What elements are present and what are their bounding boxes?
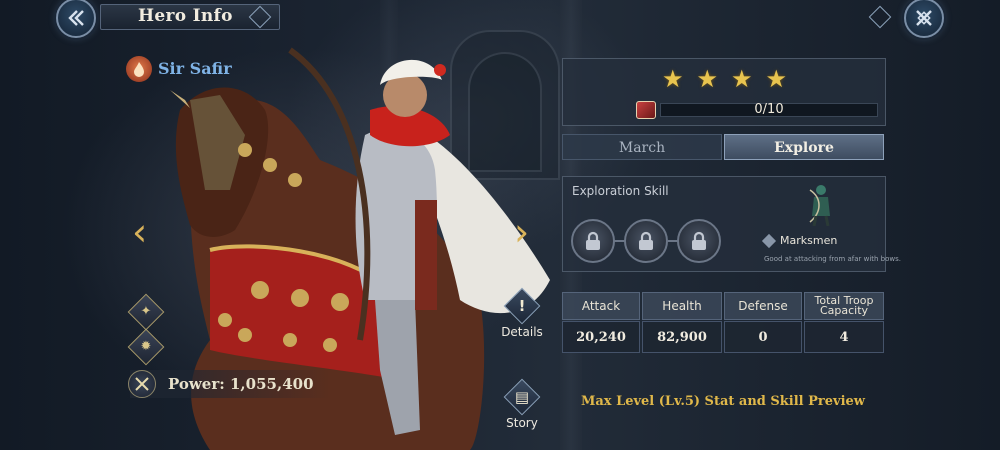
stat-value-defense: 0: [724, 321, 802, 353]
lock-icon: [692, 231, 706, 250]
exploration-skill-heading: Exploration Skill: [572, 184, 669, 198]
troop-type-icon: [761, 233, 777, 248]
star-icon: ★: [765, 65, 788, 93]
details-button[interactable]: ! Details: [492, 287, 552, 339]
stat-header-capacity: Total Troop Capacity: [804, 292, 884, 320]
hero-info-screen: Hero Info Sir Safir ‹ › ✦ ✹ Power: 1,055…: [0, 0, 1000, 450]
archer-icon: [809, 185, 830, 226]
exclamation-icon: !: [503, 287, 541, 325]
next-hero-arrow[interactable]: ›: [514, 210, 529, 254]
double-chevron-left-icon: [68, 10, 84, 26]
details-label: Details: [501, 325, 543, 339]
troop-type: Marksmen: [761, 233, 838, 248]
star-icon: ★: [662, 65, 684, 93]
stat-value-capacity: 4: [804, 321, 884, 353]
turban-feather: [434, 64, 446, 76]
max-level-preview-link[interactable]: Max Level (Lv.5) Stat and Skill Preview: [562, 394, 884, 409]
power-value: Power: 1,055,400: [168, 375, 314, 393]
story-label: Story: [506, 416, 538, 430]
skill-slot-2[interactable]: [624, 219, 668, 263]
story-button[interactable]: ▤ Story: [492, 378, 552, 430]
skill-slot-3[interactable]: [677, 219, 721, 263]
troop-type-label: Marksmen: [780, 234, 838, 247]
skill-slot-1[interactable]: [571, 219, 615, 263]
star-icon: ★: [731, 65, 753, 93]
crossed-emblem-icon: [916, 10, 932, 26]
lock-icon: [639, 231, 653, 250]
book-icon: ▤: [503, 378, 541, 416]
lock-icon: [586, 231, 600, 250]
stat-value-health: 82,900: [642, 321, 722, 353]
back-button[interactable]: [56, 0, 96, 38]
hero-fragment-icon: [636, 101, 656, 119]
stat-header-health: Health: [642, 292, 722, 320]
rider-quiver: [415, 200, 437, 310]
flame-icon: [126, 56, 152, 82]
troop-description: Good at attacking from afar with bows.: [764, 255, 901, 263]
star-icon: ★: [696, 65, 719, 93]
tab-march[interactable]: March: [562, 134, 722, 160]
close-button[interactable]: [904, 0, 944, 38]
hero-name: Sir Safir: [158, 59, 232, 78]
star-rating: ★ ★ ★ ★: [662, 65, 787, 93]
previous-hero-arrow[interactable]: ‹: [132, 210, 147, 254]
stat-value-attack: 20,240: [562, 321, 640, 353]
crossed-swords-icon: [128, 370, 156, 398]
stat-header-defense: Defense: [724, 292, 802, 320]
top-bar: Hero Info: [0, 0, 1000, 38]
stat-header-attack: Attack: [562, 292, 640, 320]
ornament-icon: [868, 5, 892, 29]
page-title: Hero Info: [138, 6, 233, 26]
tab-explore[interactable]: Explore: [724, 134, 884, 160]
fragment-count: 0/10: [754, 102, 784, 117]
